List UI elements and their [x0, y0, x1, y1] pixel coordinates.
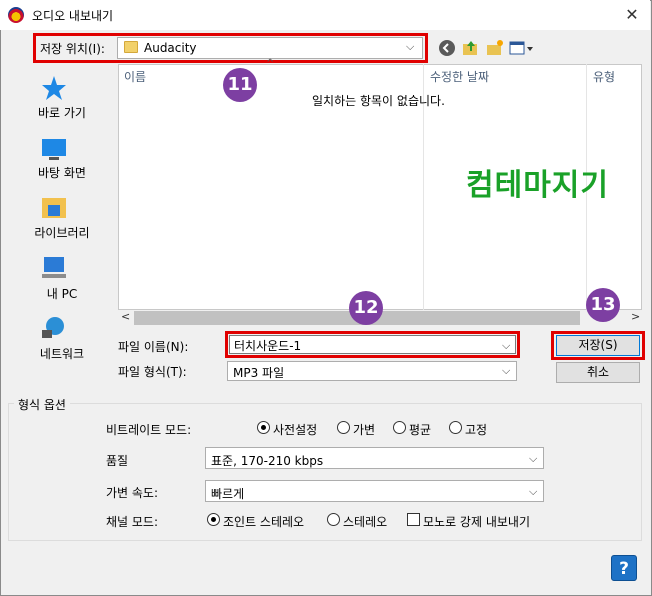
- radio-joint-stereo-label[interactable]: 조인트 스테레오: [223, 513, 304, 530]
- chevron-down-icon[interactable]: ⌵: [529, 485, 537, 499]
- view-menu-icon[interactable]: [509, 39, 535, 57]
- radio-average-label[interactable]: 평균: [409, 421, 431, 438]
- radio-stereo[interactable]: [327, 513, 340, 526]
- place-network[interactable]: 네트워크: [8, 345, 116, 362]
- step-badge-11: 11: [223, 68, 257, 102]
- place-library[interactable]: 라이브러리: [8, 224, 116, 241]
- radio-constant-label[interactable]: 고정: [465, 421, 487, 438]
- column-header-name[interactable]: 이름: [124, 68, 146, 85]
- place-quick-access[interactable]: 바로 가기: [8, 104, 116, 121]
- sort-caret-icon: ^: [266, 58, 275, 69]
- help-icon[interactable]: ?: [611, 555, 637, 581]
- computer-icon: [42, 257, 66, 278]
- close-button[interactable]: ✕: [620, 4, 644, 26]
- radio-variable-label[interactable]: 가변: [353, 421, 375, 438]
- scroll-right-icon[interactable]: >: [631, 310, 640, 323]
- empty-list-message: 일치하는 항목이 없습니다.: [312, 94, 445, 108]
- new-folder-icon[interactable]: [486, 39, 504, 57]
- column-header-modified[interactable]: 수정한 날짜: [430, 68, 489, 85]
- save-location-label: 저장 위치(I):: [40, 42, 105, 56]
- force-mono-label[interactable]: 모노로 강제 내보내기: [423, 513, 530, 530]
- format-options-title: 형식 옵션: [14, 396, 70, 413]
- network-icon: [42, 317, 64, 338]
- chevron-down-icon[interactable]: ⌵: [502, 339, 510, 353]
- radio-average[interactable]: [393, 421, 406, 434]
- format-options-group: [8, 403, 642, 541]
- star-icon: [42, 76, 66, 100]
- variable-speed-value: 빠르게: [211, 487, 245, 501]
- watermark-logo: 컴테마지기: [466, 168, 609, 203]
- up-folder-icon[interactable]: [462, 39, 480, 57]
- back-icon[interactable]: [438, 39, 456, 57]
- save-button[interactable]: 저장(S): [556, 335, 640, 356]
- place-desktop[interactable]: 바탕 화면: [8, 164, 116, 181]
- variable-speed-label: 가변 속도:: [106, 486, 159, 500]
- file-type-value: MP3 파일: [233, 366, 285, 380]
- save-location-value: Audacity: [144, 41, 197, 55]
- library-icon: [42, 198, 66, 218]
- audacity-app-icon: [8, 7, 24, 23]
- radio-constant[interactable]: [449, 421, 462, 434]
- radio-joint-stereo[interactable]: [207, 513, 220, 526]
- file-type-label: 파일 형식(T):: [118, 365, 187, 379]
- quality-label: 품질: [106, 454, 129, 468]
- bitrate-mode-label: 비트레이트 모드:: [106, 423, 192, 437]
- folder-icon: [124, 41, 138, 53]
- window-title: 오디오 내보내기: [32, 9, 114, 23]
- desktop-icon: [42, 139, 66, 160]
- file-name-input[interactable]: 터치사운드-1: [229, 335, 516, 354]
- force-mono-checkbox[interactable]: [407, 513, 420, 526]
- column-header-type[interactable]: 유형: [593, 68, 615, 85]
- variable-speed-dropdown[interactable]: [205, 480, 544, 502]
- cancel-button[interactable]: 취소: [556, 362, 640, 383]
- scroll-left-icon[interactable]: <: [121, 310, 130, 323]
- chevron-down-icon[interactable]: ⌵: [529, 452, 537, 466]
- chevron-down-icon[interactable]: ⌵: [502, 364, 510, 378]
- radio-preset-label[interactable]: 사전설정: [273, 421, 317, 438]
- file-name-label: 파일 이름(N):: [118, 340, 189, 354]
- radio-preset[interactable]: [257, 421, 270, 434]
- step-badge-13: 13: [586, 288, 620, 322]
- quality-value: 표준, 170-210 kbps: [211, 454, 324, 468]
- radio-stereo-label[interactable]: 스테레오: [343, 513, 387, 530]
- place-this-pc[interactable]: 내 PC: [8, 285, 116, 302]
- step-badge-12: 12: [349, 291, 383, 325]
- chevron-down-icon[interactable]: ⌵: [406, 40, 414, 54]
- radio-variable[interactable]: [337, 421, 350, 434]
- channel-mode-label: 채널 모드:: [106, 515, 159, 529]
